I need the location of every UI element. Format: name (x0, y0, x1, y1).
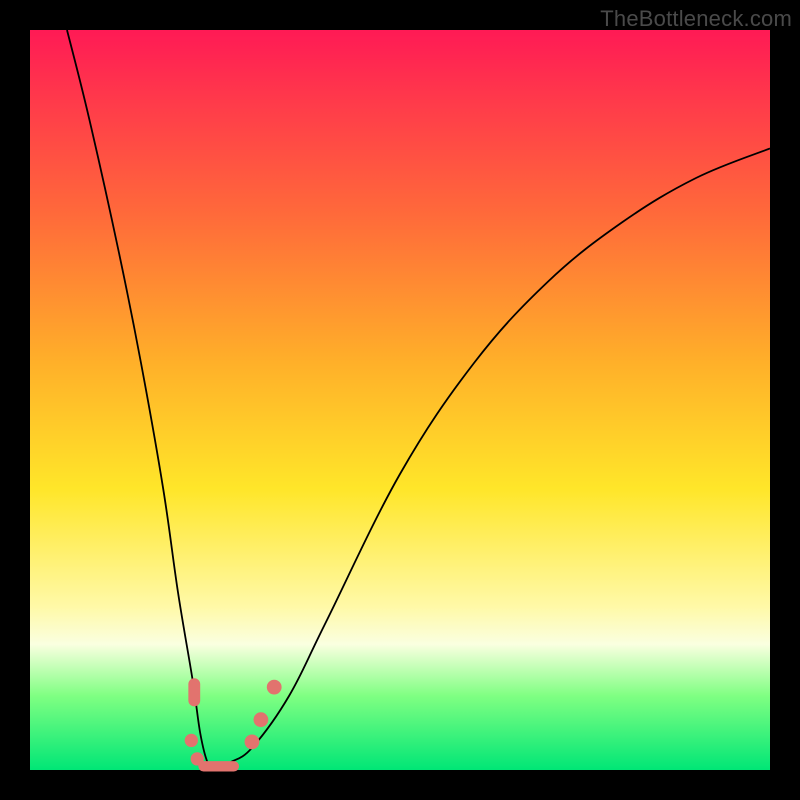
data-marker (253, 712, 268, 727)
data-marker (188, 678, 200, 706)
data-marker (185, 734, 198, 747)
curve-right-branch (215, 148, 770, 770)
plot-area (30, 30, 770, 770)
data-marker (198, 761, 239, 771)
watermark-text: TheBottleneck.com (600, 6, 792, 32)
curve-left-branch (67, 30, 215, 770)
chart-svg (30, 30, 770, 770)
data-marker (245, 734, 260, 749)
data-marker (267, 680, 282, 695)
chart-frame: TheBottleneck.com (0, 0, 800, 800)
